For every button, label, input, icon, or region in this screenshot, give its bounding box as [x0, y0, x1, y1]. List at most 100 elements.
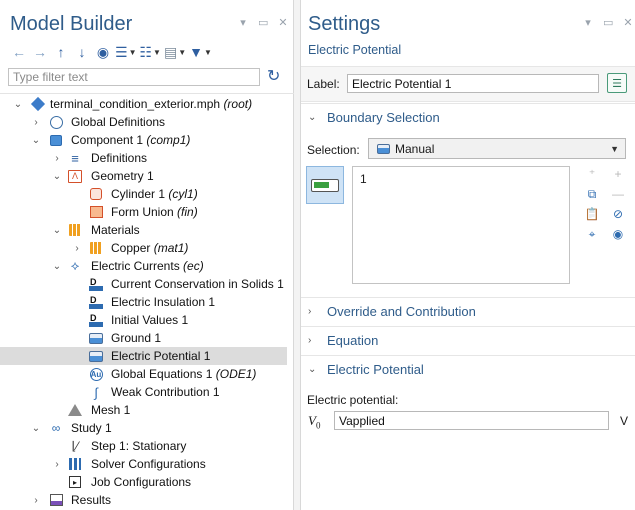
collapse-chevron-icon: ⌄: [308, 112, 317, 123]
mesh-icon: [67, 403, 83, 417]
tree-item-cylinder-1[interactable]: Cylinder 1 (cyl1): [0, 185, 287, 203]
cylinder-icon: [88, 187, 104, 201]
settings-window-controls: ▾ ▭ ✕: [583, 16, 633, 29]
tree-item-solver-configurations[interactable]: › Solver Configurations: [0, 455, 287, 473]
close-icon[interactable]: ✕: [623, 16, 633, 29]
electric-currents-icon: ⟡: [70, 258, 80, 273]
tree-item-study[interactable]: ⌄ ∞ Study 1: [0, 419, 287, 437]
show-selection-icon[interactable]: ◉: [609, 225, 627, 243]
potential-unit: V: [620, 414, 629, 428]
section-equation[interactable]: › Equation: [301, 326, 635, 354]
collapse-chevron-icon[interactable]: ⌄: [13, 99, 23, 110]
expand-chevron-icon[interactable]: ›: [52, 153, 62, 164]
model-builder-pane: Model Builder ▾ ▭ ✕ ← → ↑ ↓ ◉ ☰ ▼ ☷ ▼ ▤ ▼ ▼…: [0, 0, 294, 510]
section-override-contribution[interactable]: › Override and Contribution: [301, 297, 635, 325]
model-tree: ⌄ terminal_condition_exterior.mph (root)…: [0, 93, 294, 509]
view-menu-icon[interactable]: ▾: [583, 16, 593, 29]
weak-contribution-icon: ∫: [94, 384, 98, 400]
model-builder-title: Model Builder: [10, 13, 133, 35]
tree-item-mesh[interactable]: Mesh 1: [0, 401, 287, 419]
tree-item-electric-insulation[interactable]: D Electric Insulation 1: [0, 293, 287, 311]
move-down-icon[interactable]: ↓: [73, 42, 91, 62]
show-icon[interactable]: ◉: [94, 42, 112, 62]
selection-list[interactable]: 1: [352, 166, 570, 284]
component-icon: [48, 133, 64, 147]
minus-icon[interactable]: —: [609, 185, 627, 203]
rename-icon[interactable]: ☰: [607, 73, 627, 93]
collapse-chevron-icon[interactable]: ⌄: [52, 261, 62, 272]
selection-dropdown[interactable]: Manual ▼: [368, 138, 626, 159]
expand-chevron-icon[interactable]: ›: [31, 495, 41, 506]
zoom-to-selection-icon[interactable]: ⌖: [583, 225, 601, 243]
move-up-icon[interactable]: ↑: [52, 42, 70, 62]
selection-list-item[interactable]: 1: [360, 172, 367, 186]
settings-title: Settings: [308, 13, 381, 35]
collapse-chevron-icon[interactable]: ⌄: [31, 423, 41, 434]
tree-item-component-1[interactable]: ⌄ Component 1 (comp1): [0, 131, 287, 149]
tree-item-geometry-1[interactable]: ⌄ Λ Geometry 1: [0, 167, 287, 185]
form-union-icon: [88, 205, 104, 219]
settings-subtitle: Electric Potential: [308, 43, 402, 57]
minimize-icon[interactable]: ▭: [603, 16, 613, 29]
collapse-chevron-icon[interactable]: ⌄: [52, 171, 62, 182]
expand-menu-icon[interactable]: ☷ ▼: [139, 42, 160, 62]
expand-chevron-icon[interactable]: ›: [52, 459, 62, 470]
add-to-selection-icon[interactable]: ⁺: [583, 165, 601, 183]
tree-item-current-conservation[interactable]: D Current Conservation in Solids 1: [0, 275, 287, 293]
back-arrow-icon[interactable]: ←: [10, 42, 28, 62]
build-menu-icon[interactable]: ▼ ▼: [189, 42, 212, 62]
sort-menu-icon[interactable]: ☰ ▼: [115, 42, 136, 62]
section-boundary-selection[interactable]: ⌄ Boundary Selection: [301, 103, 635, 131]
dropdown-arrow-icon: ▼: [610, 143, 619, 154]
tree-item-definitions[interactable]: › ≡ Definitions: [0, 149, 287, 167]
minimize-icon[interactable]: ▭: [258, 16, 268, 29]
plus-icon[interactable]: +: [609, 165, 627, 183]
view-options-icon[interactable]: ▤ ▼: [164, 42, 186, 62]
model-builder-window-controls: ▾ ▭ ✕: [238, 16, 288, 29]
domain-feature-icon: D: [88, 277, 104, 291]
tree-item-weak-contribution[interactable]: ∫ Weak Contribution 1: [0, 383, 287, 401]
geometry-icon: Λ: [67, 169, 83, 183]
tree-item-job-configurations[interactable]: ▸ Job Configurations: [0, 473, 287, 491]
tree-item-root[interactable]: ⌄ terminal_condition_exterior.mph (root): [0, 95, 287, 113]
tree-item-initial-values[interactable]: D Initial Values 1: [0, 311, 287, 329]
material-icon: [88, 241, 104, 255]
active-toggle-button[interactable]: [306, 166, 344, 204]
close-icon[interactable]: ✕: [278, 16, 288, 29]
settings-pane: Settings ▾ ▭ ✕ Electric Potential Label:…: [301, 0, 635, 510]
tree-item-global-equations[interactable]: Au Global Equations 1 (ODE1): [0, 365, 287, 383]
tree-item-step-stationary[interactable]: ⌊⁄ Step 1: Stationary: [0, 437, 287, 455]
view-menu-icon[interactable]: ▾: [238, 16, 248, 29]
copy-selection-icon[interactable]: ⧉: [583, 185, 601, 203]
refresh-icon[interactable]: ↻: [267, 66, 280, 86]
collapse-chevron-icon[interactable]: ⌄: [31, 135, 41, 146]
results-icon: [48, 493, 64, 507]
expand-chevron-icon[interactable]: ›: [31, 117, 41, 128]
tree-item-ground[interactable]: Ground 1: [0, 329, 287, 347]
paste-selection-icon[interactable]: 📋: [583, 205, 601, 223]
tree-item-materials[interactable]: ⌄ Materials: [0, 221, 287, 239]
tree-item-global-definitions[interactable]: › Global Definitions: [0, 113, 287, 131]
collapse-chevron-icon[interactable]: ⌄: [52, 225, 62, 236]
forward-arrow-icon[interactable]: →: [31, 42, 49, 62]
globe-icon: [48, 115, 64, 129]
expand-chevron-icon: ›: [308, 306, 312, 317]
tree-item-results[interactable]: › Results: [0, 491, 287, 509]
study-icon: ∞: [51, 421, 61, 435]
job-configurations-icon: ▸: [67, 475, 83, 489]
domain-feature-icon: D: [88, 313, 104, 327]
domain-feature-icon: D: [88, 295, 104, 309]
definitions-icon: ≡: [71, 150, 79, 166]
filter-input[interactable]: [8, 68, 260, 86]
expand-chevron-icon[interactable]: ›: [72, 243, 82, 254]
label-input[interactable]: [347, 74, 599, 93]
tree-item-form-union[interactable]: Form Union (fin): [0, 203, 287, 221]
tree-item-electric-potential[interactable]: Electric Potential 1: [0, 347, 287, 365]
pane-splitter[interactable]: [294, 0, 301, 510]
section-electric-potential[interactable]: ⌄ Electric Potential: [301, 355, 635, 383]
electric-potential-input[interactable]: [334, 411, 609, 430]
tree-item-electric-currents[interactable]: ⌄ ⟡ Electric Currents (ec): [0, 257, 287, 275]
model-root-icon: [30, 96, 46, 112]
tree-item-copper[interactable]: › Copper (mat1): [0, 239, 287, 257]
clear-selection-icon[interactable]: ⊘: [609, 205, 627, 223]
